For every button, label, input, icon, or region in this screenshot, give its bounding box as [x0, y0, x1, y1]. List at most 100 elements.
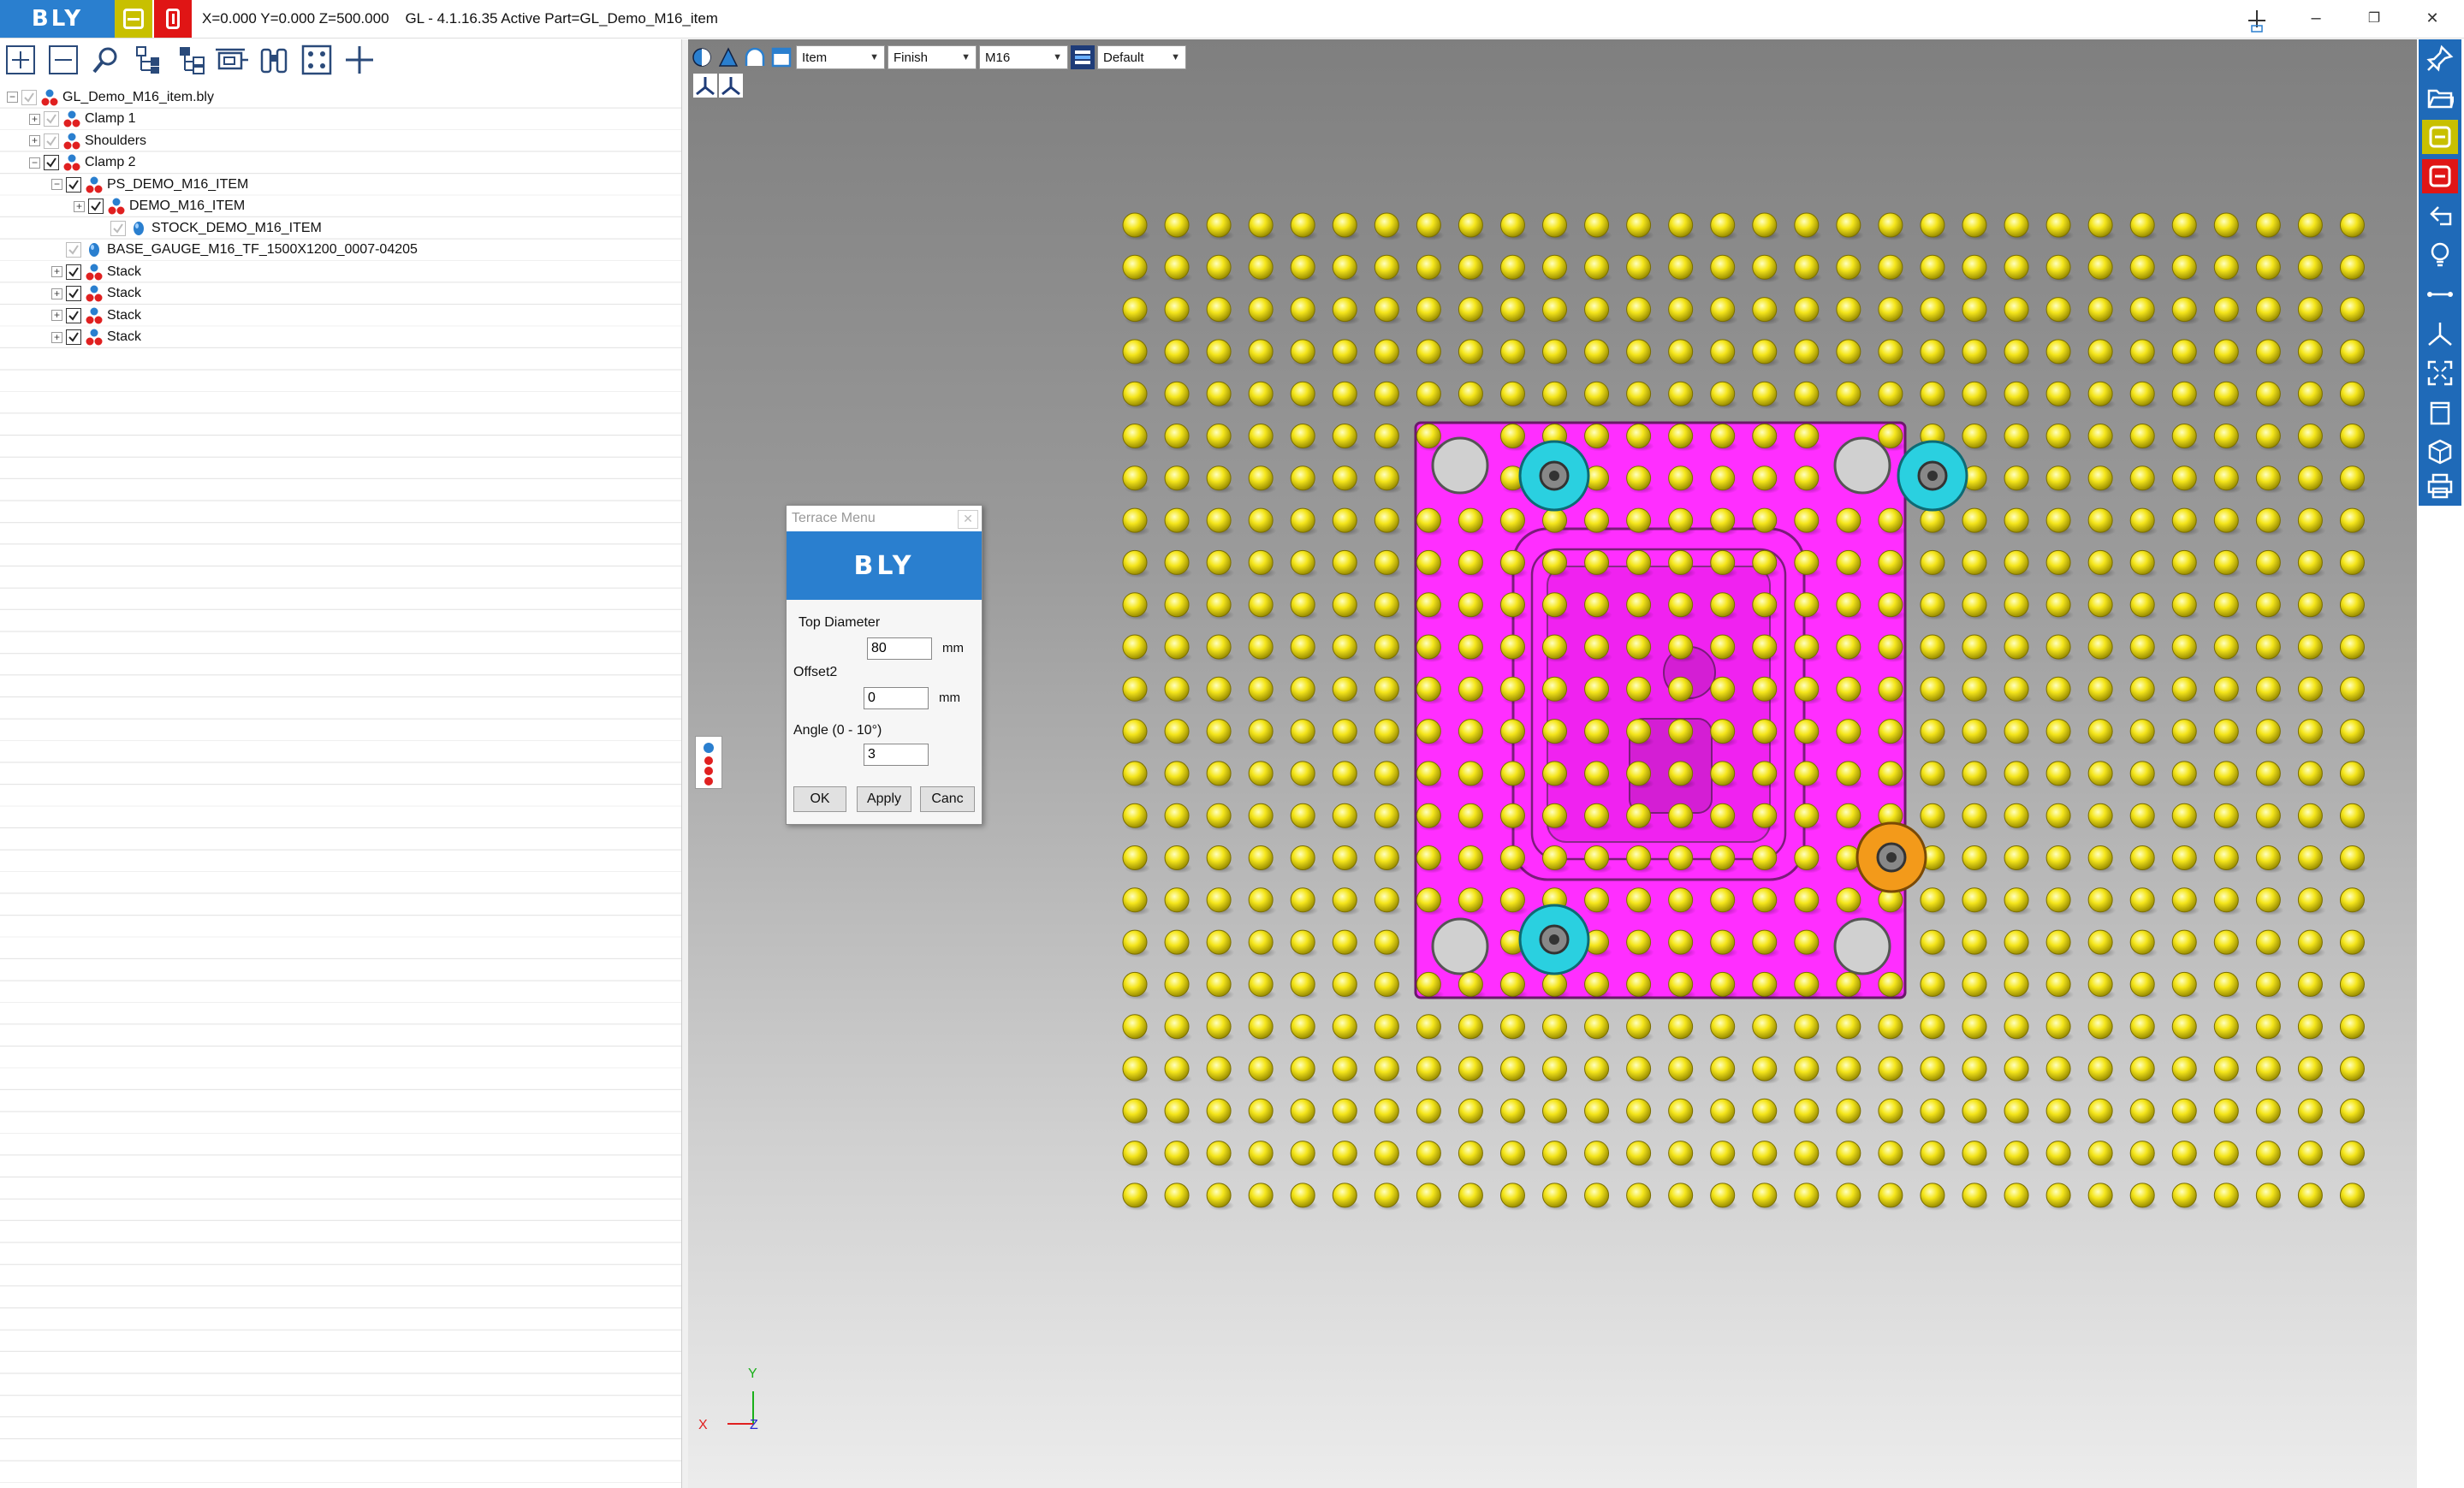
tree-item[interactable]: − PS_DEMO_M16_ITEM — [51, 174, 248, 195]
cone-button[interactable] — [716, 45, 740, 69]
tree-checkbox[interactable] — [66, 176, 81, 193]
crosshair-button[interactable] — [341, 43, 378, 77]
gauge-pin — [1248, 719, 1277, 747]
zoom-out-button[interactable] — [45, 43, 82, 77]
gauge-pin — [2171, 929, 2200, 958]
tree-structure-button[interactable] — [173, 43, 211, 77]
axis-view-button-2[interactable] — [719, 74, 743, 98]
tree-item[interactable]: STOCK_DEMO_M16_ITEM — [96, 217, 322, 239]
offset2-input[interactable] — [864, 687, 929, 709]
gauge-pin — [2087, 761, 2117, 789]
dialog-close-button[interactable]: ✕ — [958, 510, 978, 529]
layer-button[interactable] — [1071, 45, 1095, 69]
expand-icon[interactable]: + — [51, 288, 62, 299]
expand-icon[interactable]: + — [51, 331, 62, 343]
gauge-pin — [2171, 549, 2200, 578]
tree-item[interactable]: − Clamp 2 — [29, 152, 136, 174]
gauge-pin — [2129, 254, 2158, 283]
page-view-button[interactable] — [2422, 395, 2458, 430]
arch-button[interactable] — [743, 45, 767, 69]
tree-checkbox[interactable] — [110, 220, 126, 236]
window-view-button[interactable] — [769, 45, 793, 69]
status-lights[interactable] — [695, 736, 722, 789]
expand-icon[interactable]: + — [74, 200, 85, 212]
m16-select[interactable]: M16 ▼ — [979, 45, 1068, 69]
zoom-in-button[interactable] — [2, 43, 39, 77]
tree-checkbox[interactable] — [44, 111, 59, 127]
tree-item[interactable]: − GL_Demo_M16_item.bly — [7, 86, 214, 108]
apply-button[interactable]: Apply — [857, 786, 911, 812]
pin-button[interactable] — [2422, 41, 2458, 75]
collapse-icon[interactable]: − — [7, 92, 18, 103]
undo-button[interactable] — [2422, 199, 2458, 233]
tree-checkbox[interactable] — [21, 89, 37, 105]
tree-checkbox[interactable] — [44, 155, 59, 170]
tree-checkbox[interactable] — [88, 199, 104, 214]
tree-checkbox[interactable] — [66, 329, 81, 345]
collapse-icon[interactable]: − — [29, 157, 40, 169]
axis-view-button[interactable] — [693, 74, 717, 98]
tree-checkbox[interactable] — [66, 286, 81, 301]
clamp-cyan[interactable] — [1518, 440, 1590, 512]
finish-select[interactable]: Finish ▼ — [888, 45, 977, 69]
binoculars-button[interactable] — [255, 43, 293, 77]
tree-item[interactable]: + Stack — [51, 305, 141, 326]
gauge-pin — [2087, 381, 2117, 410]
tree-item[interactable]: + Shoulders — [29, 130, 146, 151]
open-folder-button[interactable] — [2422, 80, 2458, 115]
fit-view-button[interactable] — [2422, 356, 2458, 390]
tree-checkbox[interactable] — [66, 242, 81, 258]
tree-item[interactable]: BASE_GAUGE_M16_TF_1500X1200_0007-04205 — [51, 240, 418, 261]
clamp-orange[interactable] — [1855, 821, 1927, 893]
default-select[interactable]: Default ▼ — [1097, 45, 1186, 69]
ok-button[interactable]: OK — [793, 786, 846, 812]
expand-icon[interactable]: + — [29, 135, 40, 146]
tree-item[interactable]: + Clamp 1 — [29, 109, 136, 130]
yellow-app-button[interactable] — [115, 0, 152, 38]
gauge-pin — [1290, 971, 1319, 1000]
tree-checkbox[interactable] — [66, 307, 81, 323]
minimize-button[interactable]: – — [2290, 3, 2342, 33]
measure-button[interactable] — [2422, 277, 2458, 311]
tree-item[interactable]: + Stack — [51, 261, 141, 282]
close-button[interactable]: ✕ — [2407, 3, 2458, 33]
dialog-titlebar[interactable]: Terrace Menu ✕ — [787, 506, 982, 531]
restore-button[interactable]: ❐ — [2348, 3, 2400, 33]
clamp-cyan[interactable] — [1518, 904, 1590, 975]
expand-icon[interactable]: + — [51, 266, 62, 277]
gauge-pin — [1499, 254, 1529, 283]
tree-item[interactable]: + DEMO_M16_ITEM — [74, 196, 245, 217]
expand-icon[interactable]: + — [29, 113, 40, 125]
iso-view-button[interactable] — [2422, 435, 2458, 469]
gauge-pin — [1164, 381, 1193, 410]
print-button[interactable] — [2422, 469, 2458, 503]
angle-input[interactable] — [864, 744, 929, 766]
body-icon — [89, 243, 99, 257]
red-app-button[interactable] — [154, 0, 192, 38]
gauge-pin — [2213, 845, 2242, 874]
mold-insert-button[interactable] — [212, 43, 250, 77]
lightbulb-icon — [2431, 242, 2449, 267]
top-diameter-input[interactable] — [867, 637, 932, 660]
axes-button[interactable] — [2422, 317, 2458, 351]
tree-item[interactable]: + Stack — [51, 327, 141, 348]
search-button[interactable] — [87, 43, 125, 77]
shade-button[interactable] — [690, 45, 714, 69]
part-plate[interactable] — [1414, 421, 1907, 999]
tree-item[interactable]: + Stack — [51, 283, 141, 305]
cancel-button[interactable]: Canc — [920, 786, 975, 812]
red-tool-button[interactable] — [2422, 159, 2458, 193]
expand-icon[interactable]: + — [51, 310, 62, 321]
gauge-pin — [1458, 1141, 1487, 1169]
tree-checkbox[interactable] — [44, 133, 59, 149]
item-select[interactable]: Item ▼ — [796, 45, 885, 69]
fit-points-button[interactable] — [298, 43, 335, 77]
collapse-icon[interactable]: − — [51, 179, 62, 190]
gauge-pin — [2129, 212, 2158, 240]
gauge-pin — [1374, 254, 1403, 283]
tree-expand-button[interactable] — [130, 43, 168, 77]
light-button[interactable] — [2422, 238, 2458, 272]
yellow-tool-button[interactable] — [2422, 120, 2458, 154]
tree-checkbox[interactable] — [66, 264, 81, 280]
clamp-cyan[interactable] — [1897, 440, 1968, 512]
